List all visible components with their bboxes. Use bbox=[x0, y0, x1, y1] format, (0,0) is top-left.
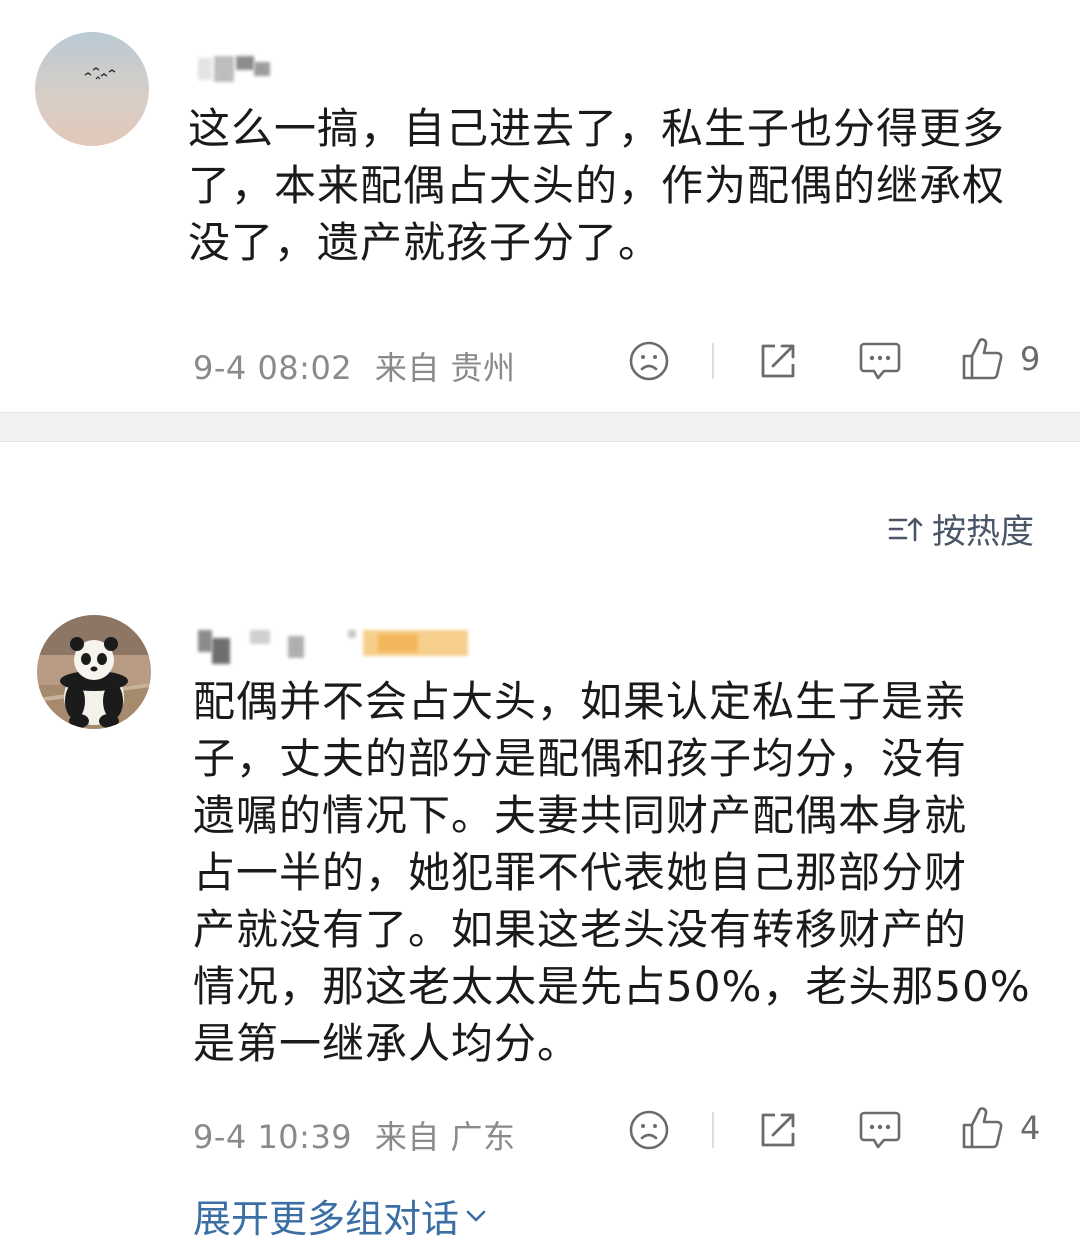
share-icon bbox=[761, 1113, 795, 1147]
like-button[interactable]: 9 bbox=[960, 336, 1040, 382]
comment-text: 配偶并不会占大头，如果认定私生子是亲 子，丈夫的部分是配偶和孩子均分，没有 遗嘱… bbox=[193, 677, 1031, 1068]
like-count: 4 bbox=[1020, 1109, 1041, 1147]
dislike-button[interactable] bbox=[628, 1109, 670, 1151]
section-divider bbox=[0, 412, 1080, 442]
sort-label: 按热度 bbox=[932, 512, 1034, 552]
share-button[interactable] bbox=[757, 340, 799, 382]
chevron-down-icon bbox=[466, 1210, 486, 1221]
sort-icon bbox=[888, 517, 923, 541]
thumbs-up-icon bbox=[962, 338, 1003, 380]
sad-face-icon bbox=[629, 341, 669, 381]
action-divider bbox=[712, 343, 714, 379]
reply-button[interactable] bbox=[858, 340, 902, 382]
comment-meta: 9-4 08:02 来自 贵州 bbox=[193, 343, 516, 389]
like-button[interactable]: 4 bbox=[960, 1105, 1040, 1151]
username-blurred[interactable] bbox=[198, 630, 478, 664]
sort-toggle[interactable]: 按热度 bbox=[888, 504, 1034, 553]
comment-meta: 9-4 10:39 来自 广东 bbox=[193, 1112, 516, 1158]
avatar-panda-icon bbox=[37, 615, 151, 729]
share-icon bbox=[761, 344, 795, 378]
comment-time: 9-4 08:02 bbox=[193, 349, 353, 387]
username-blurred[interactable] bbox=[198, 56, 273, 82]
comment-time: 9-4 10:39 bbox=[193, 1118, 353, 1156]
reply-button[interactable] bbox=[858, 1109, 902, 1151]
expand-more-conversations[interactable]: 展开更多组对话 bbox=[193, 1188, 489, 1243]
dislike-button[interactable] bbox=[628, 340, 670, 382]
share-button[interactable] bbox=[757, 1109, 799, 1151]
comment-card: 这么一搞，自己进去了，私生子也分得更多 了，本来配偶占大头的，作为配偶的继承权 … bbox=[0, 0, 1080, 412]
comment-section: 按热度 配偶并不会占大头，如果认定私生子是亲 子，丈夫的部分是配偶和孩子均分，没… bbox=[0, 442, 1080, 1249]
expand-label: 展开更多组对话 bbox=[193, 1197, 460, 1241]
comment-location: 来自 广东 bbox=[374, 1118, 516, 1156]
action-divider bbox=[712, 1112, 714, 1148]
comment-bubble-icon bbox=[859, 1111, 901, 1149]
comment-text: 这么一搞，自己进去了，私生子也分得更多 了，本来配偶占大头的，作为配偶的继承权 … bbox=[188, 104, 1006, 267]
like-count: 9 bbox=[1020, 340, 1041, 378]
thumbs-up-icon bbox=[962, 1107, 1003, 1149]
comment-location: 来自 贵州 bbox=[374, 349, 516, 387]
avatar-birds-sky-icon bbox=[35, 32, 149, 146]
comment-bubble-icon bbox=[859, 342, 901, 380]
sad-face-icon bbox=[629, 1110, 669, 1150]
user-avatar[interactable] bbox=[37, 615, 151, 729]
user-avatar[interactable] bbox=[35, 32, 149, 146]
